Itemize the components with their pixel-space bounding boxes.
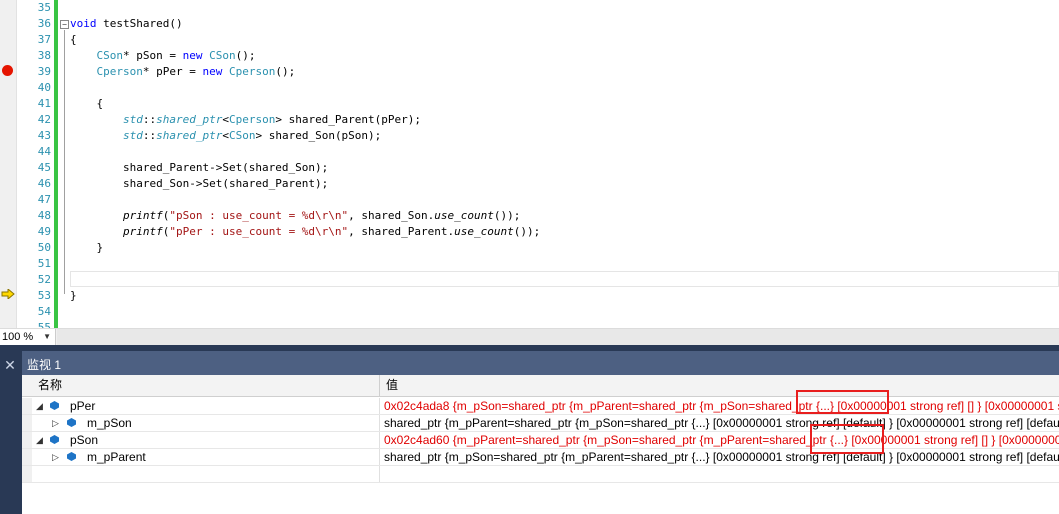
code-line[interactable]: } <box>70 288 1059 304</box>
code-line[interactable]: std::shared_ptr<Cperson> shared_Parent(p… <box>70 112 1059 128</box>
line-number: 55 <box>37 321 51 328</box>
watch-side-strip <box>0 351 22 514</box>
code-line[interactable]: CSon* pSon = new CSon(); <box>70 48 1059 64</box>
watch-value[interactable]: shared_ptr {m_pParent=shared_ptr {m_pSon… <box>380 415 1059 431</box>
line-number: 49 <box>37 225 51 238</box>
annotation-box <box>810 424 884 454</box>
code-lines[interactable]: − void testShared(){ CSon* pSon = new CS… <box>58 0 1059 328</box>
code-line[interactable]: Cperson* pPer = new Cperson(); <box>70 64 1059 80</box>
line-number: 39 <box>37 65 51 78</box>
breakpoint-icon[interactable] <box>2 65 13 76</box>
watch-value[interactable]: 0x02c4ada8 {m_pSon=shared_ptr {m_pParent… <box>380 398 1059 414</box>
watch-value[interactable]: 0x02c4ad60 {m_pParent=shared_ptr {m_pSon… <box>380 432 1059 448</box>
watch-panel-title: 监视 1 <box>27 358 62 372</box>
code-line[interactable] <box>70 144 1059 160</box>
code-line[interactable]: { <box>70 32 1059 48</box>
line-numbers: 35 36 37 38 39 40 41 42 43 44 45 46 47 48 49 50 51 52 53 54… <box>17 0 53 328</box>
column-header-value[interactable]: 值 <box>380 375 1059 396</box>
code-editor[interactable]: 35 36 37 38 39 40 41 42 43 44 45 46 47 48 49 50 51 52 53 54… <box>0 0 1059 328</box>
horizontal-scrollbar[interactable] <box>57 329 1059 345</box>
zoom-dropdown[interactable]: 100 % ▼ <box>0 329 56 345</box>
code-line[interactable]: shared_Parent->Set(shared_Son); <box>70 160 1059 176</box>
annotation-box <box>796 390 889 414</box>
code-line[interactable] <box>70 192 1059 208</box>
outline-guide <box>64 30 65 294</box>
line-number: 43 <box>37 129 51 142</box>
watch-row-m_pSon[interactable]: ▷ m_pSon shared_ptr {m_pParent=shared_pt… <box>22 415 1059 432</box>
code-line[interactable]: std::shared_ptr<CSon> shared_Son(pSon); <box>70 128 1059 144</box>
code-line[interactable] <box>70 304 1059 320</box>
line-number: 52 <box>37 273 51 286</box>
editor-status-bar: 100 % ▼ <box>0 328 1059 345</box>
line-number: 54 <box>37 305 51 318</box>
line-number: 50 <box>37 241 51 254</box>
collapsed-triangle-icon[interactable]: ▷ <box>52 452 59 462</box>
code-line[interactable] <box>70 272 1059 288</box>
line-number: 38 <box>37 49 51 62</box>
line-number: 53 <box>37 289 51 302</box>
watch-row-pSon[interactable]: ◢ pSon 0x02c4ad60 {m_pParent=shared_ptr … <box>22 432 1059 449</box>
watch-row-empty[interactable] <box>22 466 1059 483</box>
code-line[interactable]: printf("pPer : use_count = %d\r\n", shar… <box>70 224 1059 240</box>
line-number: 36 <box>37 17 51 30</box>
code-line[interactable] <box>70 0 1059 16</box>
line-number: 44 <box>37 145 51 158</box>
chevron-down-icon: ▼ <box>43 332 51 341</box>
code-line[interactable] <box>70 80 1059 96</box>
watch-name: pSon <box>70 433 99 447</box>
object-icon <box>67 452 76 461</box>
object-icon <box>67 418 76 427</box>
expanded-triangle-icon[interactable]: ◢ <box>36 435 43 445</box>
line-number: 47 <box>37 193 51 206</box>
expanded-triangle-icon[interactable]: ◢ <box>36 401 43 411</box>
code-line[interactable]: void testShared() <box>70 16 1059 32</box>
code-line[interactable] <box>70 256 1059 272</box>
code-line[interactable] <box>70 320 1059 328</box>
line-number: 42 <box>37 113 51 126</box>
line-number: 45 <box>37 161 51 174</box>
collapsed-triangle-icon[interactable]: ▷ <box>52 418 59 428</box>
watch-name: m_pParent <box>87 450 146 464</box>
line-number: 37 <box>37 33 51 46</box>
current-statement-arrow-icon <box>1 289 15 299</box>
collapse-toggle-icon[interactable]: − <box>60 20 69 29</box>
watch-value[interactable]: shared_ptr {m_pSon=shared_ptr {m_pParent… <box>380 449 1059 465</box>
watch-grid-header: 名称 值 <box>22 375 1059 397</box>
close-icon[interactable]: ✕ <box>0 357 20 373</box>
object-icon <box>50 435 59 444</box>
code-line[interactable]: } <box>70 240 1059 256</box>
line-number: 35 <box>37 1 51 14</box>
breakpoint-margin[interactable] <box>0 0 17 328</box>
object-icon <box>50 401 59 410</box>
watch-grid[interactable]: 名称 值 ◢ pPer 0x02c4ada8 {m_pSon=shared_pt… <box>22 375 1059 514</box>
line-number: 51 <box>37 257 51 270</box>
watch-row-m_pParent[interactable]: ▷ m_pParent shared_ptr {m_pSon=shared_pt… <box>22 449 1059 466</box>
watch-name: m_pSon <box>87 416 132 430</box>
zoom-level: 100 % <box>2 331 34 343</box>
code-line[interactable]: { <box>70 96 1059 112</box>
code-line[interactable]: printf("pSon : use_count = %d\r\n", shar… <box>70 208 1059 224</box>
watch-name: pPer <box>70 399 96 413</box>
line-number: 41 <box>37 97 51 110</box>
line-number: 46 <box>37 177 51 190</box>
watch-panel-title-bar: 监视 1 <box>22 351 1059 375</box>
line-number: 48 <box>37 209 51 222</box>
watch-row-pPer[interactable]: ◢ pPer 0x02c4ada8 {m_pSon=shared_ptr {m_… <box>22 398 1059 415</box>
column-header-name[interactable]: 名称 <box>32 375 380 396</box>
line-number: 40 <box>37 81 51 94</box>
code-line[interactable]: shared_Son->Set(shared_Parent); <box>70 176 1059 192</box>
